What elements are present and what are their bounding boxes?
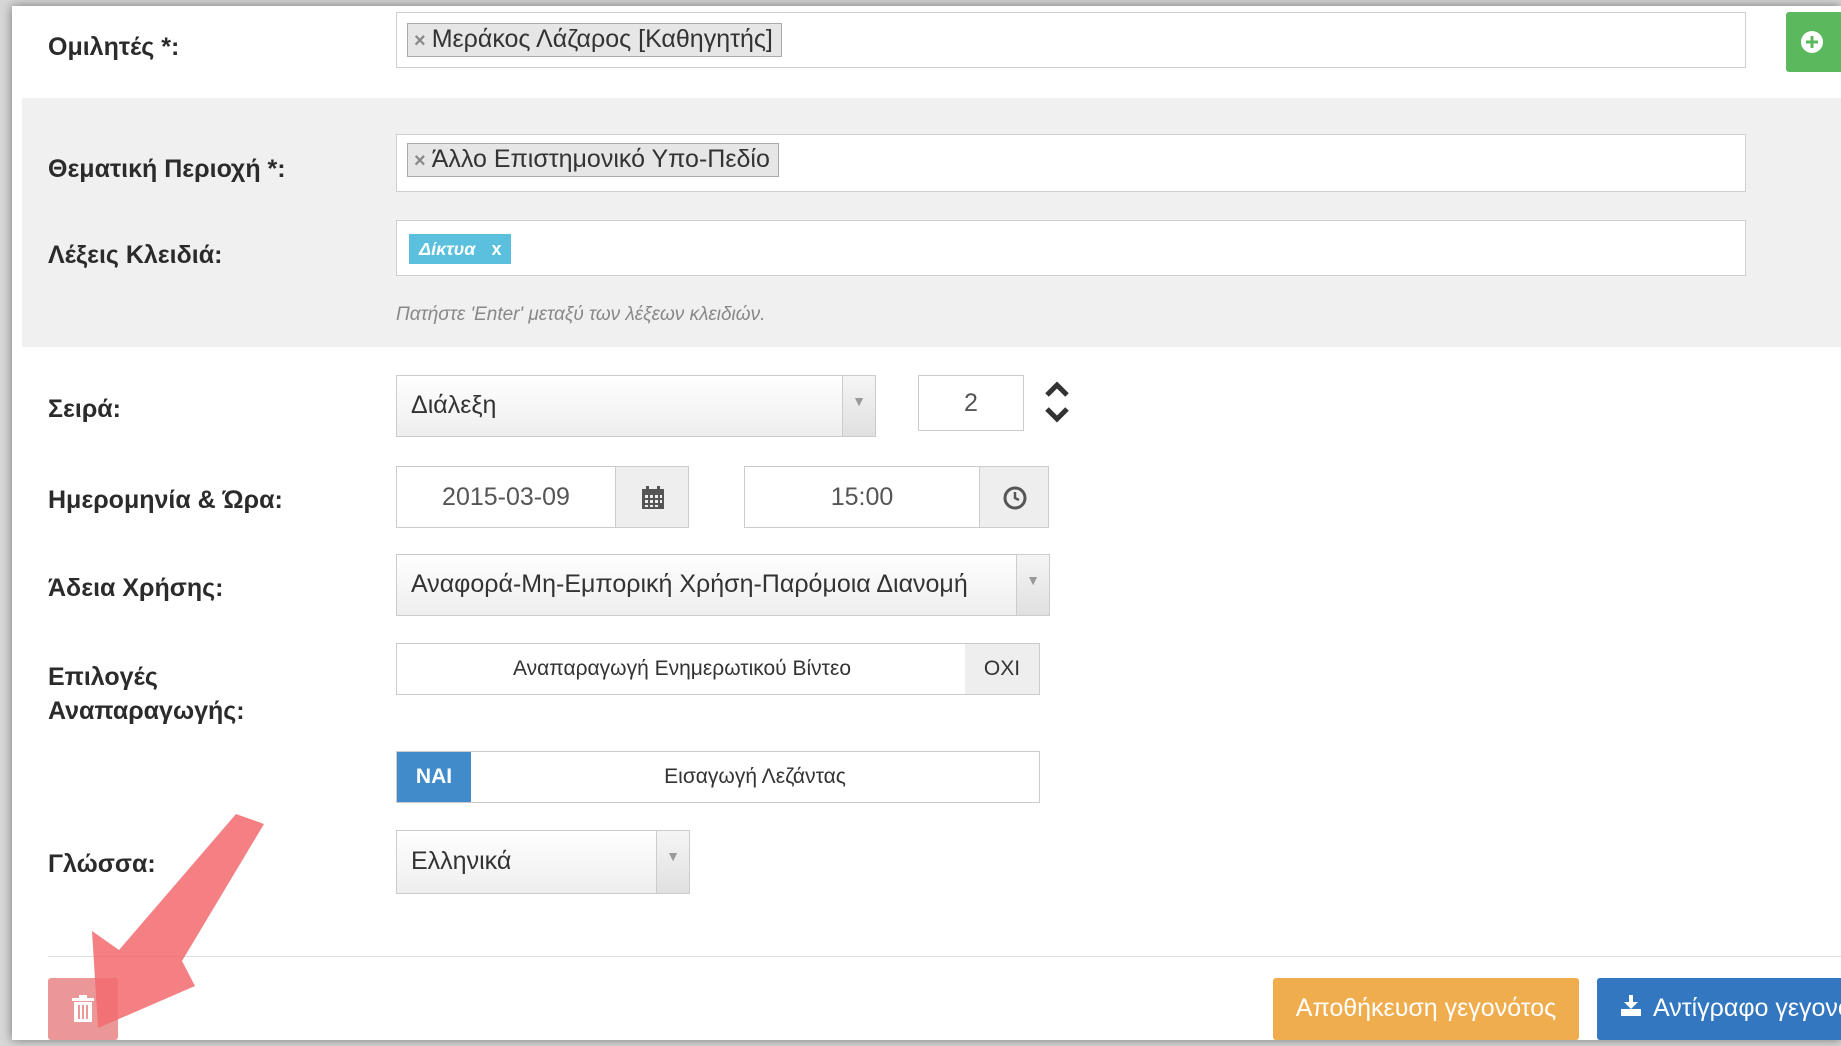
chevron-down-icon[interactable] bbox=[1045, 407, 1069, 423]
playback-label-line1: Επιλογές bbox=[48, 663, 158, 691]
speakers-field[interactable]: × Μεράκος Λάζαρος [Καθηγητής] bbox=[396, 12, 1746, 68]
add-speaker-button[interactable] bbox=[1786, 12, 1841, 72]
remove-tag-icon[interactable]: × bbox=[414, 30, 426, 52]
info-video-toggle-no[interactable]: ΟΧΙ bbox=[965, 644, 1039, 694]
subtitle-toggle-yes[interactable]: ΝΑΙ bbox=[397, 752, 471, 802]
trash-icon bbox=[72, 995, 94, 1022]
keywords-field[interactable]: Δίκτυα x bbox=[396, 220, 1746, 276]
date-value: 2015-03-09 bbox=[442, 483, 570, 511]
license-select[interactable]: Αναφορά-Μη-Εμπορική Χρήση-Παρόμοια Διανο… bbox=[396, 554, 1050, 616]
copy-icon bbox=[1621, 995, 1641, 1016]
series-number-value: 2 bbox=[964, 389, 978, 417]
thematic-tag[interactable]: × Άλλο Επιστημονικό Υπο-Πεδίο bbox=[407, 143, 779, 177]
series-label: Σειρά: bbox=[48, 395, 121, 423]
footer-divider bbox=[48, 956, 1841, 957]
playback-label-line2: Αναπαραγωγής: bbox=[48, 697, 245, 725]
keywords-label: Λέξεις Κλειδιά: bbox=[48, 241, 223, 269]
language-select[interactable]: Ελληνικά ▼ bbox=[396, 830, 690, 894]
clock-icon bbox=[1003, 486, 1027, 510]
info-video-toggle[interactable]: Αναπαραγωγή Ενημερωτικού Βίντεο ΟΧΙ bbox=[396, 643, 1040, 695]
time-picker-button[interactable] bbox=[979, 466, 1049, 528]
keyword-remove-button[interactable]: x bbox=[491, 239, 501, 259]
thematic-tag-label: Άλλο Επιστημονικό Υπο-Πεδίο bbox=[431, 145, 770, 173]
license-label: Άδεια Χρήσης: bbox=[48, 574, 224, 602]
license-select-value: Αναφορά-Μη-Εμπορική Χρήση-Παρόμοια Διανο… bbox=[411, 570, 968, 598]
plus-circle-icon bbox=[1801, 31, 1823, 53]
speakers-label: Ομιλητές *: bbox=[48, 33, 180, 61]
keywords-help-text: Πατήστε 'Enter' μεταξύ των λέξεων κλειδι… bbox=[396, 304, 766, 325]
copy-event-label: Αντίγραφο γεγονό bbox=[1653, 994, 1841, 1022]
subtitle-toggle[interactable]: ΝΑΙ Εισαγωγή Λεζάντας bbox=[396, 751, 1040, 803]
date-picker-button[interactable] bbox=[615, 466, 689, 528]
thematic-label: Θεματική Περιοχή *: bbox=[48, 155, 286, 183]
chevron-down-icon: ▼ bbox=[1016, 555, 1049, 615]
speaker-tag-label: Μεράκος Λάζαρος [Καθηγητής] bbox=[431, 25, 773, 53]
series-number-input[interactable]: 2 bbox=[918, 375, 1024, 431]
calendar-icon bbox=[642, 486, 664, 509]
language-select-value: Ελληνικά bbox=[411, 847, 512, 875]
language-label: Γλώσσα: bbox=[48, 850, 156, 878]
chevron-down-icon: ▼ bbox=[656, 831, 689, 893]
speaker-tag[interactable]: × Μεράκος Λάζαρος [Καθηγητής] bbox=[407, 23, 782, 57]
delete-event-button[interactable] bbox=[48, 978, 118, 1040]
datetime-label: Ημερομηνία & Ώρα: bbox=[48, 486, 283, 514]
date-input[interactable]: 2015-03-09 bbox=[396, 466, 616, 528]
remove-tag-icon[interactable]: × bbox=[414, 150, 426, 172]
keyword-tag: Δίκτυα x bbox=[409, 234, 512, 264]
thematic-field[interactable]: × Άλλο Επιστημονικό Υπο-Πεδίο bbox=[396, 134, 1746, 192]
time-value: 15:00 bbox=[830, 483, 894, 511]
copy-event-button[interactable]: Αντίγραφο γεγονό bbox=[1597, 978, 1841, 1040]
subtitle-toggle-text: Εισαγωγή Λεζάντας bbox=[664, 765, 846, 788]
chevron-up-icon[interactable] bbox=[1045, 381, 1069, 397]
save-event-label: Αποθήκευση γεγονότος bbox=[1295, 994, 1557, 1022]
number-stepper[interactable] bbox=[1042, 378, 1072, 428]
series-select[interactable]: Διάλεξη ▼ bbox=[396, 375, 876, 437]
time-input[interactable]: 15:00 bbox=[744, 466, 980, 528]
info-video-toggle-text: Αναπαραγωγή Ενημερωτικού Βίντεο bbox=[513, 657, 851, 680]
save-event-button[interactable]: Αποθήκευση γεγονότος bbox=[1273, 978, 1579, 1040]
event-form-window: Ομιλητές *: × Μεράκος Λάζαρος [Καθηγητής]… bbox=[12, 6, 1841, 1040]
keyword-tag-label: Δίκτυα bbox=[419, 239, 476, 259]
series-select-value: Διάλεξη bbox=[411, 391, 497, 419]
chevron-down-icon: ▼ bbox=[842, 376, 875, 436]
